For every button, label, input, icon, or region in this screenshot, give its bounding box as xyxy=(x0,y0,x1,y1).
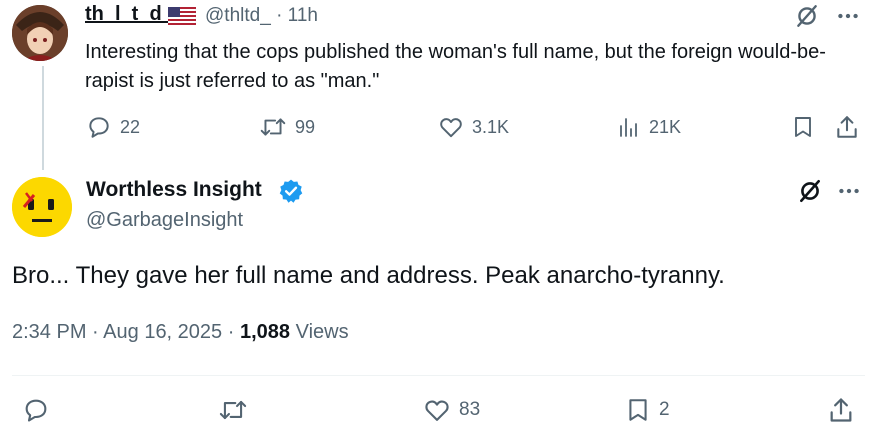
bookmark-count: 2 xyxy=(659,399,670,420)
divider xyxy=(12,375,865,376)
views-label: Views xyxy=(295,321,349,343)
repost-button[interactable] xyxy=(218,396,248,424)
avatar[interactable] xyxy=(12,5,68,61)
display-name[interactable]: th_l_t_d_ xyxy=(85,3,173,26)
display-name[interactable]: Worthless Insight xyxy=(86,178,262,202)
reply-button[interactable] xyxy=(22,396,50,424)
handle-and-time[interactable]: @thltd_ · 11h xyxy=(205,5,318,27)
share-button[interactable] xyxy=(827,396,855,424)
separator: · xyxy=(92,321,99,343)
share-icon xyxy=(827,396,855,424)
more-icon[interactable] xyxy=(836,178,862,204)
separator: · xyxy=(227,321,235,343)
like-button[interactable]: 3.1K xyxy=(438,114,509,140)
heart-icon xyxy=(423,396,451,424)
handle[interactable]: @GarbageInsight xyxy=(86,209,243,232)
repost-icon xyxy=(218,396,248,424)
reply-icon xyxy=(22,396,50,424)
like-count: 83 xyxy=(459,399,481,420)
like-count: 3.1K xyxy=(472,116,510,137)
handle[interactable]: @thltd_ xyxy=(205,5,271,26)
timestamp[interactable]: 11h xyxy=(288,5,318,26)
tweet-text: Interesting that the cops published the … xyxy=(85,41,826,92)
repost-button[interactable]: 99 xyxy=(259,114,315,140)
bookmark-icon xyxy=(625,396,651,424)
share-icon xyxy=(834,114,860,140)
grok-icon[interactable] xyxy=(794,3,820,29)
tweet-meta: 2:34 PM · Aug 16, 2025 · 1,088 Views xyxy=(12,321,349,344)
views-count: 1,088 xyxy=(239,321,291,343)
bookmark-icon xyxy=(791,114,815,140)
separator: · xyxy=(276,5,283,26)
more-icon[interactable] xyxy=(835,3,861,29)
like-button[interactable]: 83 xyxy=(423,396,480,424)
repost-icon xyxy=(259,114,287,140)
tweet-text: Bro... They gave her full name and addre… xyxy=(12,262,725,289)
avatar[interactable] xyxy=(12,177,72,237)
repost-count: 99 xyxy=(295,116,316,137)
reply-button[interactable]: 22 xyxy=(86,114,140,140)
analytics-icon xyxy=(617,114,641,140)
heart-icon xyxy=(438,114,464,140)
reply-icon xyxy=(86,114,112,140)
share-button[interactable] xyxy=(834,114,860,140)
bookmark-button[interactable] xyxy=(791,114,815,140)
us-flag-icon xyxy=(168,7,196,25)
timestamp[interactable]: 2:34 PM xyxy=(12,321,86,343)
grok-icon[interactable] xyxy=(797,178,823,204)
thread-line xyxy=(42,66,44,170)
views-count: 21K xyxy=(649,116,682,137)
bookmark-button[interactable]: 2 xyxy=(625,396,670,424)
verified-badge-icon[interactable] xyxy=(278,178,304,204)
reply-count: 22 xyxy=(120,116,141,137)
date[interactable]: Aug 16, 2025 xyxy=(103,321,222,343)
views-button[interactable]: 21K xyxy=(617,114,681,140)
